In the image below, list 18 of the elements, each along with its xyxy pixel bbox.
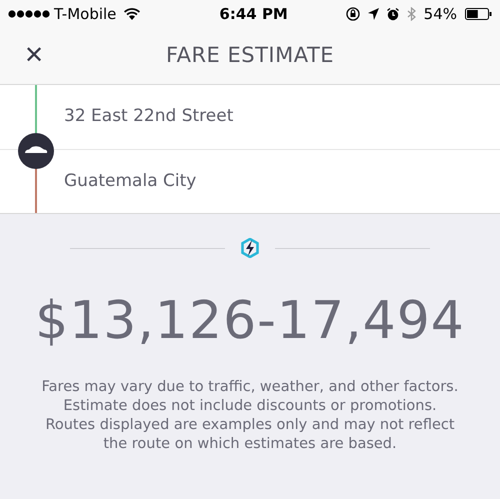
alarm-icon [386, 8, 399, 20]
surge-lightning-icon [241, 238, 259, 258]
battery-percentage: 54% [424, 4, 457, 25]
close-button[interactable]: ✕ [20, 40, 48, 70]
battery-icon [465, 8, 492, 20]
dropoff-address[interactable]: Guatemala City [64, 168, 196, 194]
signal-icon [8, 10, 50, 18]
wifi-icon [124, 8, 140, 20]
location-arrow-icon [368, 8, 379, 20]
fare-disclaimer: Fares may vary due to traffic, weather, and other factors. Estimate does not include discounts or promotions. Routes displayed are examples only and may not reflect the route on which estimates are based. [40, 378, 460, 454]
rotation-lock-icon [346, 7, 360, 21]
bluetooth-icon [406, 7, 416, 21]
clock-time: 6:44 PM [219, 4, 288, 25]
car-icon [18, 133, 54, 169]
screen-title: FARE ESTIMATE [166, 42, 334, 70]
carrier-name: T-Mobile [54, 4, 116, 25]
pickup-address[interactable]: 32 East 22nd Street [64, 104, 234, 130]
fare-estimate: $13,126-17,494 [34, 290, 466, 353]
